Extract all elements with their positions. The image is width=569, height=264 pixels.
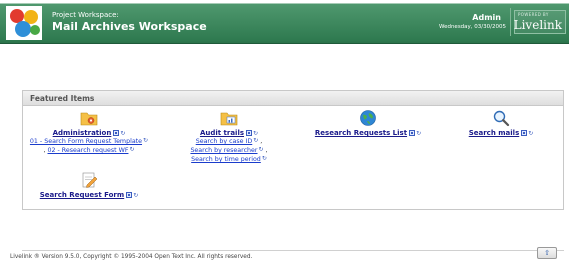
search-by-time-period-link[interactable]: Search by time period <box>191 156 261 163</box>
research-requests-list-link[interactable]: Research Requests List <box>315 129 407 137</box>
current-date: Wednesday, 03/30/2005 <box>438 24 506 30</box>
search-mails-link[interactable]: Search mails <box>469 129 520 137</box>
featured-items-heading: Featured Items <box>23 91 563 106</box>
featured-item-audit-trails: Audit trails ↻ Search by case ID↻ , Searc… <box>163 109 295 164</box>
arrow-icon[interactable]: ↻ <box>528 130 533 137</box>
arrow-icon[interactable]: ↻ <box>262 155 267 162</box>
featured-items-panel: Featured Items Administration ↻ 01 - Sear… <box>22 90 564 210</box>
arrow-icon[interactable]: ↻ <box>143 137 148 144</box>
search-by-researcher-link[interactable]: Search by researcher <box>190 147 257 154</box>
scroll-to-top-button[interactable]: ⇧ <box>537 247 557 259</box>
arrow-icon[interactable]: ↻ <box>120 130 125 137</box>
copyright-text: Livelink ® Version 9.5.0, Copyright © 19… <box>10 254 253 260</box>
research-request-wf-link[interactable]: 02 - Research request WF <box>48 147 129 154</box>
menu-icon[interactable] <box>113 130 120 136</box>
featured-item-research-requests-list: Research Requests List ↻ <box>303 109 433 137</box>
menu-icon[interactable] <box>409 130 416 136</box>
arrow-icon[interactable]: ↻ <box>253 130 258 137</box>
featured-item-search-mails: Search mails ↻ <box>451 109 551 137</box>
administration-link[interactable]: Administration <box>53 129 112 137</box>
featured-item-administration: Administration ↻ 01 - Search Form Request… <box>29 109 149 155</box>
globe-icon[interactable] <box>359 109 377 127</box>
search-request-form-link[interactable]: Search Request Form <box>40 191 124 199</box>
footer-divider <box>22 250 564 251</box>
folder-chart-icon[interactable] <box>220 109 238 127</box>
menu-icon[interactable] <box>126 192 133 198</box>
livelink-logo-icon[interactable] <box>6 6 42 40</box>
workspace-label: Project Workspace: <box>52 11 119 19</box>
menu-icon[interactable] <box>521 130 528 136</box>
magnifier-icon[interactable] <box>492 109 510 127</box>
brand-name: Livelink <box>513 18 562 32</box>
folder-gear-icon[interactable] <box>80 109 98 127</box>
powered-by-label: POWERED BY <box>518 12 549 17</box>
audit-trails-link[interactable]: Audit trails <box>200 129 244 137</box>
arrow-icon[interactable]: ↻ <box>133 192 138 199</box>
user-name[interactable]: Admin <box>472 13 501 22</box>
arrow-icon[interactable]: ↻ <box>416 130 421 137</box>
search-by-case-id-link[interactable]: Search by case ID <box>196 138 253 145</box>
page-header: Project Workspace: Mail Archives Workspa… <box>0 0 569 44</box>
header-divider <box>510 8 511 36</box>
featured-item-search-request-form: Search Request Form ↻ <box>33 171 145 199</box>
workspace-title: Mail Archives Workspace <box>52 20 207 33</box>
menu-icon[interactable] <box>246 130 253 136</box>
arrow-icon[interactable]: ↻ <box>129 146 134 153</box>
form-pencil-icon[interactable] <box>80 171 98 189</box>
powered-by-badge[interactable]: POWERED BY Livelink <box>514 10 566 34</box>
search-form-template-link[interactable]: 01 - Search Form Request Template <box>30 138 142 145</box>
